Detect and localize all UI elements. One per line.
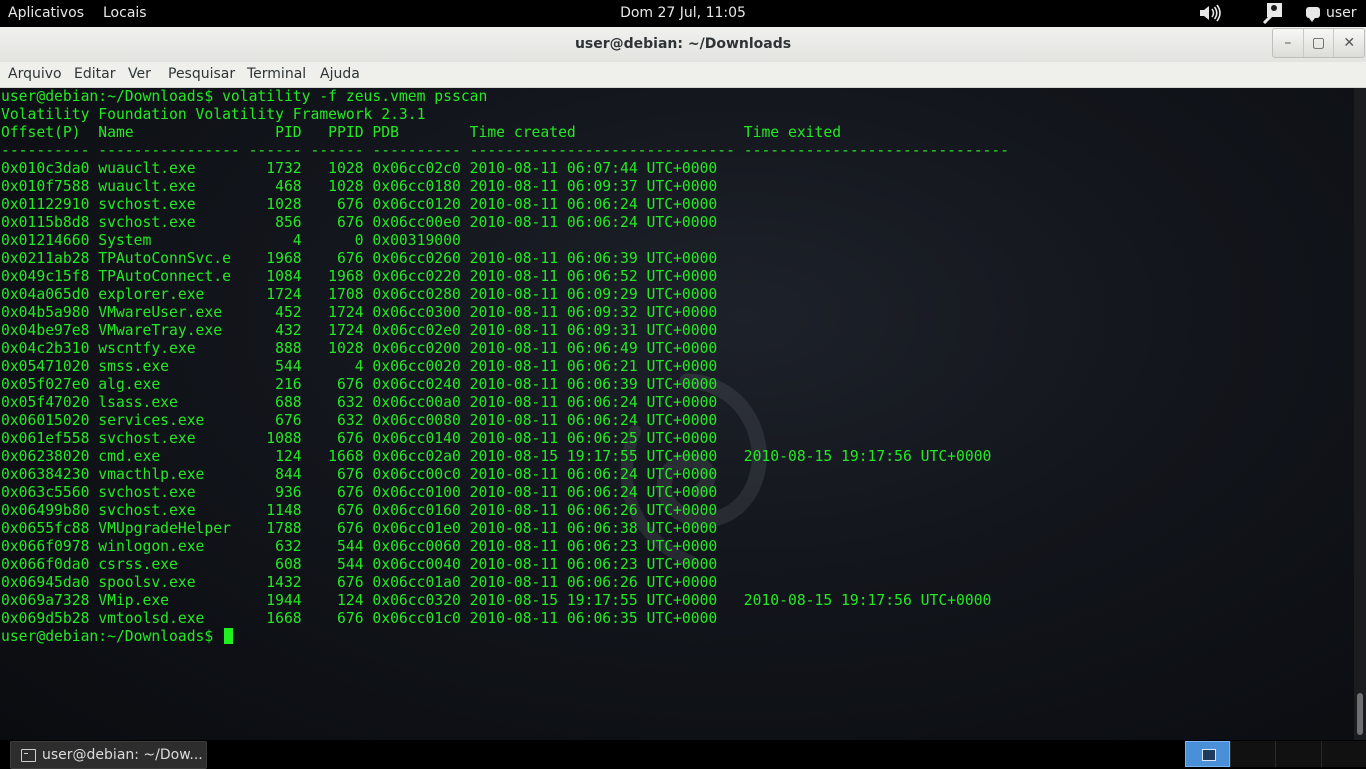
menu-pesquisar[interactable]: Pesquisar xyxy=(168,62,235,87)
accessibility-icon[interactable] xyxy=(1262,2,1284,29)
terminal-line: 0x04c2b310 wscntfy.exe 888 1028 0x06cc02… xyxy=(1,340,718,357)
terminal-line: 0x049c15f8 TPAutoConnect.e 1084 1968 0x0… xyxy=(1,268,718,285)
terminal-line: 0x069a7328 VMip.exe 1944 124 0x06cc0320 … xyxy=(1,592,992,609)
terminal-line: 0x05471020 smss.exe 544 4 0x06cc0020 201… xyxy=(1,358,718,375)
scrollbar-thumb[interactable] xyxy=(1357,693,1363,735)
workspace-3[interactable] xyxy=(1275,741,1321,767)
terminal-line: 0x05f47020 lsass.exe 688 632 0x06cc00a0 … xyxy=(1,394,718,411)
window-titlebar[interactable]: user@debian: ~/Downloads – ▢ ✕ xyxy=(0,27,1366,63)
terminal-line: 0x066f0da0 csrss.exe 608 544 0x06cc0040 … xyxy=(1,556,718,573)
terminal-area[interactable]: user@debian:~/Downloads$ volatility -f z… xyxy=(0,88,1354,740)
bottom-panel: user@debian: ~/Dow... xyxy=(0,740,1366,769)
terminal-line: user@debian:~/Downloads$ volatility -f z… xyxy=(1,88,488,105)
terminal-line: 0x06015020 services.exe 676 632 0x06cc00… xyxy=(1,412,718,429)
close-button[interactable]: ✕ xyxy=(1334,29,1364,57)
user-menu[interactable]: user xyxy=(1306,0,1357,27)
terminal-line: 0x0655fc88 VMUpgradeHelper 1788 676 0x06… xyxy=(1,520,718,537)
terminal-line: 0x06238020 cmd.exe 124 1668 0x06cc02a0 2… xyxy=(1,448,992,465)
menu-ajuda[interactable]: Ajuda xyxy=(320,62,360,87)
volume-icon[interactable] xyxy=(1198,3,1222,30)
terminal-line: 0x01214660 System 4 0 0x00319000 xyxy=(1,232,461,249)
terminal-line: ---------- ---------------- ------ -----… xyxy=(1,142,1010,159)
terminal-icon xyxy=(21,749,36,762)
workspace-1[interactable] xyxy=(1185,741,1230,767)
terminal-line: 0x06945da0 spoolsv.exe 1432 676 0x06cc01… xyxy=(1,574,718,591)
workspace-4[interactable] xyxy=(1320,741,1366,767)
menu-bar: Arquivo Editar Ver Pesquisar Terminal Aj… xyxy=(0,62,1366,88)
maximize-button[interactable]: ▢ xyxy=(1304,29,1335,57)
terminal-line: 0x05f027e0 alg.exe 216 676 0x06cc0240 20… xyxy=(1,376,718,393)
taskbar-window-button[interactable]: user@debian: ~/Dow... xyxy=(10,741,207,769)
terminal-line: 0x063c5560 svchost.exe 936 676 0x06cc010… xyxy=(1,484,718,501)
prompt: user@debian:~/Downloads$ xyxy=(1,628,223,645)
terminal-line: 0x01122910 svchost.exe 1028 676 0x06cc01… xyxy=(1,196,718,213)
clock-container: Dom 27 Jul, 11:05 xyxy=(0,0,1366,27)
menu-arquivo[interactable]: Arquivo xyxy=(8,62,62,87)
window-title: user@debian: ~/Downloads xyxy=(574,36,792,52)
taskbar-window-label: user@debian: ~/Dow... xyxy=(42,747,203,763)
menu-terminal[interactable]: Terminal xyxy=(247,62,306,87)
terminal-line: 0x04be97e8 VMwareTray.exe 432 1724 0x06c… xyxy=(1,322,718,339)
terminal-line: 0x061ef558 svchost.exe 1088 676 0x06cc01… xyxy=(1,430,718,447)
terminal-line: 0x069d5b28 vmtoolsd.exe 1668 676 0x06cc0… xyxy=(1,610,718,627)
cursor xyxy=(224,628,234,644)
terminal-line: Offset(P) Name PID PPID PDB Time created… xyxy=(1,124,842,141)
places-menu[interactable]: Locais xyxy=(103,0,147,27)
menu-editar[interactable]: Editar xyxy=(74,62,115,87)
terminal-line: 0x04b5a980 VMwareUser.exe 452 1724 0x06c… xyxy=(1,304,718,321)
terminal-line: 0x0115b8d8 svchost.exe 856 676 0x06cc00e… xyxy=(1,214,718,231)
menu-ver[interactable]: Ver xyxy=(128,62,151,87)
workspace-switcher xyxy=(1185,741,1366,767)
terminal-line: 0x04a065d0 explorer.exe 1724 1708 0x06cc… xyxy=(1,286,718,303)
chat-icon xyxy=(1306,7,1320,22)
terminal-window-thumbnail-icon xyxy=(1202,749,1216,761)
window-controls: – ▢ ✕ xyxy=(1272,28,1365,58)
terminal-output: user@debian:~/Downloads$ volatility -f z… xyxy=(1,88,1009,646)
clock[interactable]: Dom 27 Jul, 11:05 xyxy=(620,5,746,21)
terminal-line: 0x06499b80 svchost.exe 1148 676 0x06cc01… xyxy=(1,502,718,519)
terminal-line: 0x066f0978 winlogon.exe 632 544 0x06cc00… xyxy=(1,538,718,555)
top-panel: Aplicativos Locais Dom 27 Jul, 11:05 use… xyxy=(0,0,1366,27)
user-name: user xyxy=(1326,5,1357,21)
terminal-line: Volatility Foundation Volatility Framewo… xyxy=(1,106,426,123)
workspace-2[interactable] xyxy=(1229,741,1276,767)
applications-menu[interactable]: Aplicativos xyxy=(8,0,84,27)
terminal-line: 0x010f7588 wuauclt.exe 468 1028 0x06cc01… xyxy=(1,178,718,195)
minimize-button[interactable]: – xyxy=(1273,29,1304,57)
terminal-line: 0x010c3da0 wuauclt.exe 1732 1028 0x06cc0… xyxy=(1,160,718,177)
terminal-lines: user@debian:~/Downloads$ volatility -f z… xyxy=(1,88,1009,627)
terminal-line: 0x0211ab28 TPAutoConnSvc.e 1968 676 0x06… xyxy=(1,250,718,267)
scrollbar[interactable] xyxy=(1354,88,1366,740)
terminal-line: 0x06384230 vmacthlp.exe 844 676 0x06cc00… xyxy=(1,466,718,483)
